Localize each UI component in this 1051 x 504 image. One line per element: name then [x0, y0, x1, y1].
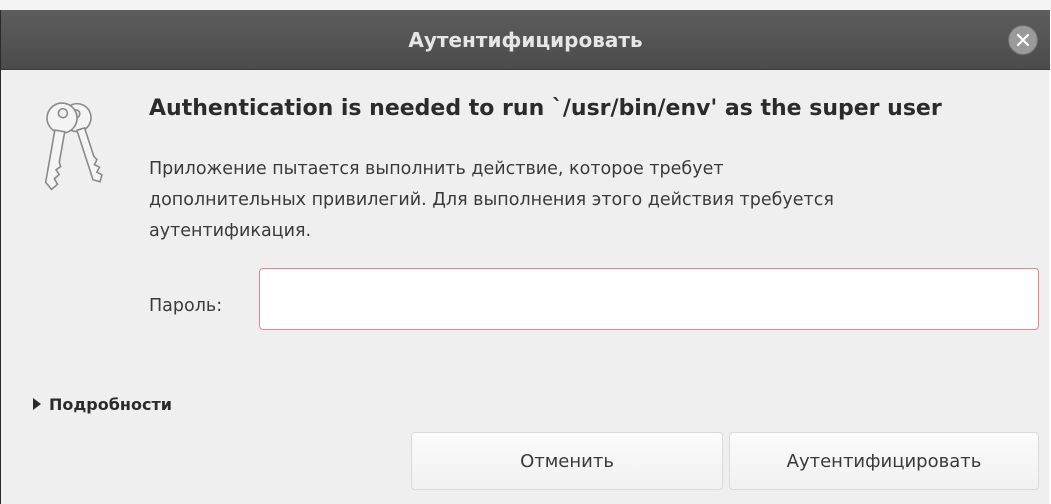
password-input[interactable] — [259, 268, 1039, 330]
message-line: дополнительных привилегий. Для выполнени… — [149, 190, 834, 210]
message-line: аутентификация. — [149, 221, 312, 241]
keys-icon — [44, 102, 103, 191]
password-label: Пароль: — [149, 296, 223, 316]
titlebar: Аутентифицировать — [1, 10, 1050, 70]
message-line: Приложение пытается выполнить действие, … — [149, 159, 724, 179]
auth-dialog: Аутентифицировать Authentication is need… — [0, 10, 1050, 504]
dialog-message: Приложение пытается выполнить действие, … — [149, 154, 1029, 247]
dialog-heading: Authentication is needed to run `/usr/bi… — [149, 96, 942, 121]
window-title: Аутентифицировать — [408, 28, 643, 52]
details-expander[interactable]: Подробности — [33, 393, 172, 415]
details-label: Подробности — [49, 394, 172, 414]
close-button[interactable] — [1008, 25, 1038, 55]
close-icon — [1017, 34, 1029, 46]
cancel-button[interactable]: Отменить — [411, 432, 723, 490]
background-window-strip — [0, 0, 1051, 10]
expander-arrow-icon — [33, 398, 41, 410]
authenticate-button[interactable]: Аутентифицировать — [729, 432, 1039, 490]
